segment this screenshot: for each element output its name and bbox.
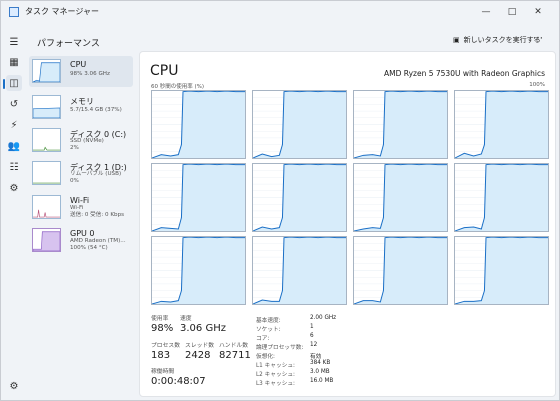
task-manager-window: タスク マネージャー — □ ✕ ☰ ▦ ◫ ↺ ⚡ 👥 ☷ ⚙ ⚙ パフォーマ… xyxy=(0,0,560,401)
run-task-icon: ▣ xyxy=(453,36,460,44)
run-new-task-button[interactable]: ▣ 新しいタスクを実行する xyxy=(453,35,541,45)
logical-processor-graph xyxy=(252,90,347,159)
spec-row: 仮想化: 有効 xyxy=(256,354,322,360)
spec-row: L2 キャッシュ: 3.0 MB xyxy=(256,369,330,378)
sidebar-item-disk0[interactable]: ディスク 0 (C:) SSD (NVMe) 2% xyxy=(29,125,133,156)
app-title: タスク マネージャー xyxy=(25,7,99,16)
sidebar-item-wifi[interactable]: Wi-Fi Wi-Fi 送信: 0 受信: 0 Kbps xyxy=(29,192,133,223)
cpu-graph-svg xyxy=(253,91,346,158)
services-icon[interactable]: ⚙ xyxy=(6,180,22,196)
cpu-graph-svg xyxy=(253,237,346,304)
disk1-thumbnail xyxy=(32,161,61,185)
cpu-graph-svg xyxy=(354,237,447,304)
startup-apps-icon[interactable]: ⚡ xyxy=(6,117,22,133)
cpu-model: AMD Ryzen 5 7530U with Radeon Graphics xyxy=(384,69,545,78)
uptime-stat: 稼働時間 0:00:48:07 xyxy=(151,369,206,387)
logical-processor-graph xyxy=(353,163,448,232)
run-task-label: 新しいタスクを実行する xyxy=(463,36,541,44)
hamburger-menu-icon[interactable]: ☰ xyxy=(6,34,22,50)
active-indicator xyxy=(3,79,5,89)
navigation-rail: ☰ ▦ ◫ ↺ ⚡ 👥 ☷ ⚙ ⚙ xyxy=(1,23,27,400)
page-title: パフォーマンス xyxy=(37,39,100,49)
processes-stat: プロセス数 183 xyxy=(151,343,180,361)
gpu-thumbnail xyxy=(32,228,61,252)
disk0-thumbnail xyxy=(32,128,61,152)
spec-row: L3 キャッシュ: 16.0 MB xyxy=(256,378,334,387)
processes-icon[interactable]: ▦ xyxy=(6,54,22,70)
details-icon[interactable]: ☷ xyxy=(6,159,22,175)
sidebar-item-gpu[interactable]: GPU 0 AMD Radeon (TM)... 100% (54 °C) xyxy=(29,225,133,256)
close-button[interactable]: ✕ xyxy=(525,1,551,23)
performance-sidebar: CPU 98% 3.06 GHz メモリ 5.7/15.4 GB (37%) デ… xyxy=(29,56,137,261)
spec-row: 論理プロセッサ数: 12 xyxy=(256,342,318,351)
settings-icon[interactable]: ⚙ xyxy=(6,378,22,394)
cpu-graph-svg xyxy=(253,164,346,231)
logical-processor-graph xyxy=(454,163,549,232)
usage-stat: 使用率 98% xyxy=(151,316,174,334)
more-options-button[interactable]: ⋯ xyxy=(533,33,543,44)
logical-processor-graph xyxy=(252,236,347,305)
logical-processor-graphs xyxy=(151,90,549,305)
minimize-button[interactable]: — xyxy=(473,1,499,23)
cpu-graph-svg xyxy=(152,237,245,304)
cpu-graph-svg xyxy=(152,91,245,158)
logical-processor-graph xyxy=(454,236,549,305)
spec-row: L1 キャッシュ: 384 KB xyxy=(256,360,331,369)
users-icon[interactable]: 👥 xyxy=(6,138,22,154)
logical-processor-graph xyxy=(151,236,246,305)
logical-processor-graph xyxy=(252,163,347,232)
sidebar-item-disk1[interactable]: ディスク 1 (D:) リムーバブル (USB) 0% xyxy=(29,158,133,189)
memory-thumbnail xyxy=(32,95,61,119)
handles-stat: ハンドル数 82711 xyxy=(219,343,251,361)
spec-row: コア: 6 xyxy=(256,333,314,342)
logical-processor-graph xyxy=(353,236,448,305)
cpu-heading: CPU xyxy=(150,63,179,79)
cpu-graph-svg xyxy=(455,91,548,158)
logical-processor-graph xyxy=(151,163,246,232)
logical-processor-graph xyxy=(353,90,448,159)
cpu-graph-svg xyxy=(354,91,447,158)
cpu-graph-svg xyxy=(354,164,447,231)
cpu-specs: 基本速度: 2.00 GHz ソケット: 1 コア: 6 論理プロセッサ数: 12 仮想… xyxy=(256,315,376,387)
cpu-graph-svg xyxy=(455,164,548,231)
cpu-detail-panel: CPU AMD Ryzen 5 7530U with Radeon Graphi… xyxy=(139,51,556,397)
performance-icon[interactable]: ◫ xyxy=(6,75,22,91)
cpu-graph-svg xyxy=(152,164,245,231)
maximize-button[interactable]: □ xyxy=(499,1,525,23)
logical-processor-graph xyxy=(454,90,549,159)
spec-row: ソケット: 1 xyxy=(256,324,314,333)
graph-label-max: 100% xyxy=(529,82,545,88)
spec-row: 基本速度: 2.00 GHz xyxy=(256,315,337,324)
cpu-thumbnail xyxy=(32,59,61,83)
sidebar-item-memory[interactable]: メモリ 5.7/15.4 GB (37%) xyxy=(29,92,133,123)
app-history-icon[interactable]: ↺ xyxy=(6,96,22,112)
graph-label-usage: 60 秒間の使用率 (%) xyxy=(151,84,205,90)
speed-stat: 速度 3.06 GHz xyxy=(180,316,226,334)
sidebar-item-cpu[interactable]: CPU 98% 3.06 GHz xyxy=(29,56,133,87)
logical-processor-graph xyxy=(151,90,246,159)
task-manager-app-icon xyxy=(9,7,19,17)
cpu-graph-svg xyxy=(455,237,548,304)
threads-stat: スレッド数 2428 xyxy=(185,343,214,361)
wifi-thumbnail xyxy=(32,195,61,219)
title-bar: タスク マネージャー — □ ✕ xyxy=(1,1,559,23)
